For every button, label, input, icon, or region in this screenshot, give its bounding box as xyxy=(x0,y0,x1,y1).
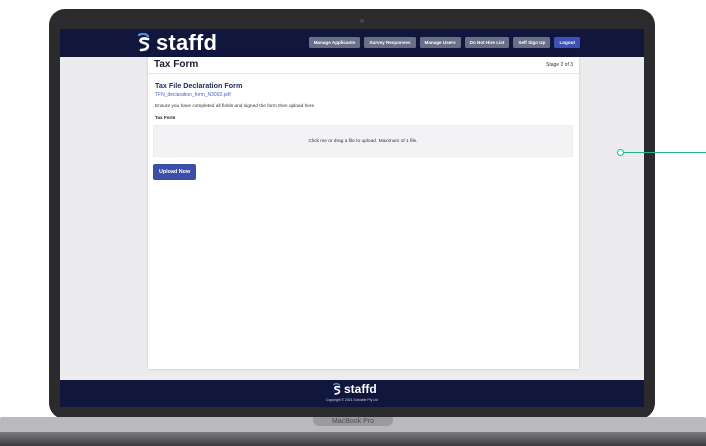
dropzone-text: Click me or drag a file to upload. Maxim… xyxy=(308,138,418,144)
stage-indicator: Stage 2 of 3 xyxy=(546,62,573,68)
footer-brand-name: staffd xyxy=(344,382,377,396)
tax-form-label: Tax Form xyxy=(155,115,176,120)
footer-logo: staffd xyxy=(332,382,377,396)
laptop-screen: staffd Manage Applicants Survey Response… xyxy=(60,29,644,407)
camera-icon xyxy=(360,19,364,23)
card-header: Tax Form Stage 2 of 3 xyxy=(148,57,579,74)
nav-manage-users-button[interactable]: Manage Users xyxy=(419,37,461,48)
brand-logo[interactable]: staffd xyxy=(136,31,217,55)
nav-manage-applicants-button[interactable]: Manage Applicants xyxy=(308,37,361,48)
content-card: Tax Form Stage 2 of 3 Tax File Declarati… xyxy=(148,57,579,369)
callout-dot-icon xyxy=(617,149,624,156)
nav-self-sign-up-button[interactable]: Self Sign Up xyxy=(513,37,551,48)
form-title: Tax File Declaration Form xyxy=(155,81,243,90)
app-header: staffd Manage Applicants Survey Response… xyxy=(60,29,644,57)
copyright-text: Copyright © 2021 Solvable Pty Ltd xyxy=(326,398,378,402)
stage: staffd Manage Applicants Survey Response… xyxy=(0,0,706,446)
nav-survey-responses-button[interactable]: Survey Responses xyxy=(364,37,416,48)
form-download-link[interactable]: TFN_declaration_form_N3092.pdf xyxy=(155,92,231,98)
device-label: MacBook Pro xyxy=(331,418,375,425)
app-footer: staffd Copyright © 2021 Solvable Pty Ltd xyxy=(60,380,644,407)
logout-button[interactable]: Logout xyxy=(554,37,580,48)
main-nav: Manage Applicants Survey Responses Manag… xyxy=(308,37,580,48)
laptop-base-bottom xyxy=(0,432,706,446)
staffd-logo-icon xyxy=(333,382,341,395)
callout-line xyxy=(621,152,706,153)
brand-name: staffd xyxy=(156,30,218,55)
nav-do-not-hire-list-button[interactable]: Do Not Hire List xyxy=(464,37,510,48)
form-instructions: Ensure you have completed all fields and… xyxy=(155,104,316,109)
staffd-logo-icon xyxy=(137,33,150,52)
page-title: Tax Form xyxy=(154,59,199,70)
file-dropzone[interactable]: Click me or drag a file to upload. Maxim… xyxy=(153,125,573,157)
upload-now-button[interactable]: Upload Now xyxy=(153,164,197,180)
